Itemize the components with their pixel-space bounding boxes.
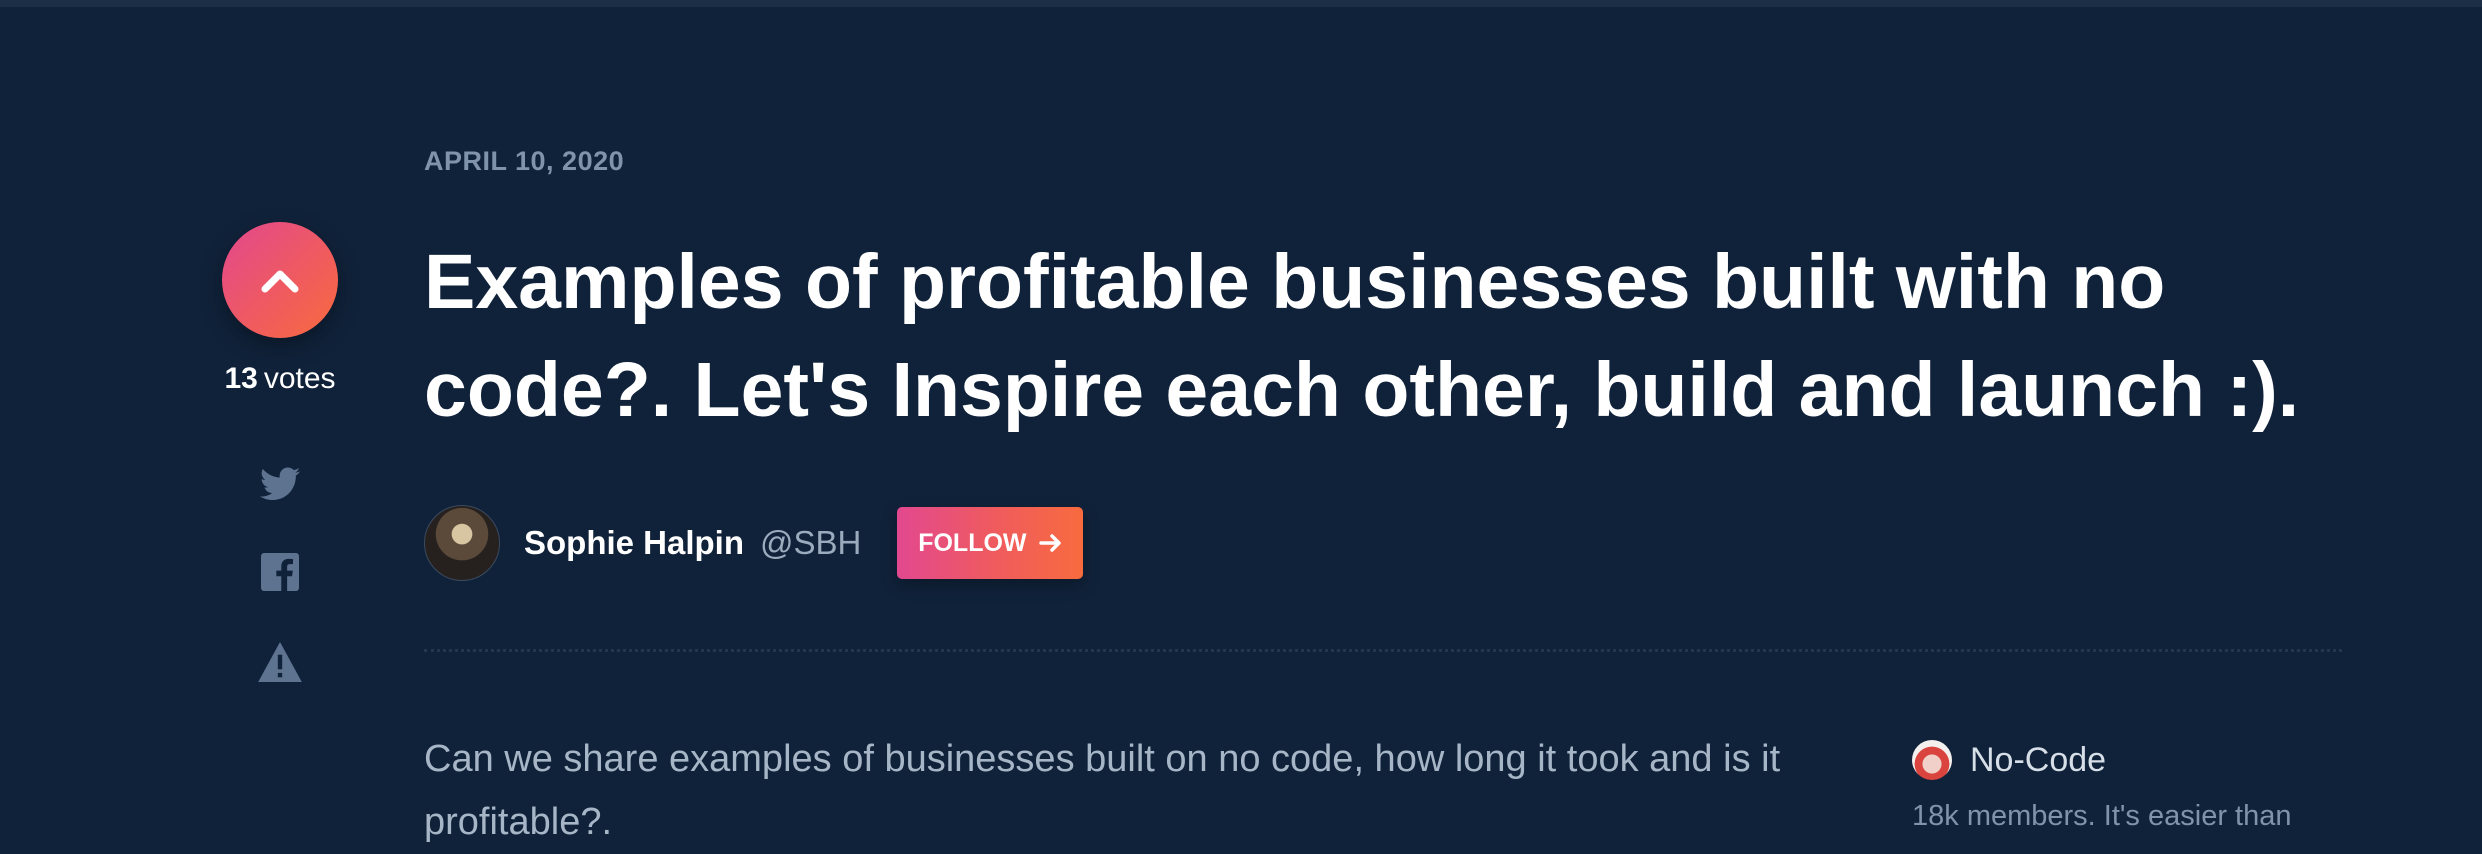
report-icon[interactable] [256,638,304,686]
upvote-button[interactable] [222,222,338,338]
author-handle[interactable]: @SBH [760,524,861,562]
twitter-icon[interactable] [256,460,304,508]
author-row: Sophie Halpin @SBH FOLLOW [424,505,1084,581]
community-name: No-Code [1970,740,2107,779]
facebook-icon-glyph [261,553,299,591]
author-name[interactable]: Sophie Halpin [524,524,744,562]
post-title: Examples of profitable businesses built … [424,239,2300,433]
arrow-right-icon [1038,534,1061,552]
twitter-icon-glyph [260,467,300,500]
post-body: Can we share examples of businesses buil… [424,738,1781,843]
vote-count-label: votes [263,362,336,395]
follow-button[interactable]: FOLLOW [897,507,1084,579]
avatar[interactable] [424,505,500,581]
community-icon [1912,740,1952,780]
community-link[interactable]: No-Code [1912,740,2106,780]
vote-count: 13 votes [190,362,370,396]
post-date: APRIL 10, 2020 [424,146,625,176]
facebook-icon[interactable] [256,548,304,596]
top-border [0,0,2482,7]
divider [424,649,2342,652]
warning-icon [258,642,302,682]
vote-count-number: 13 [224,362,258,395]
follow-button-label: FOLLOW [918,528,1027,557]
chevron-up-icon [261,270,299,293]
community-description: 18k members. It's easier than [1912,800,2292,832]
